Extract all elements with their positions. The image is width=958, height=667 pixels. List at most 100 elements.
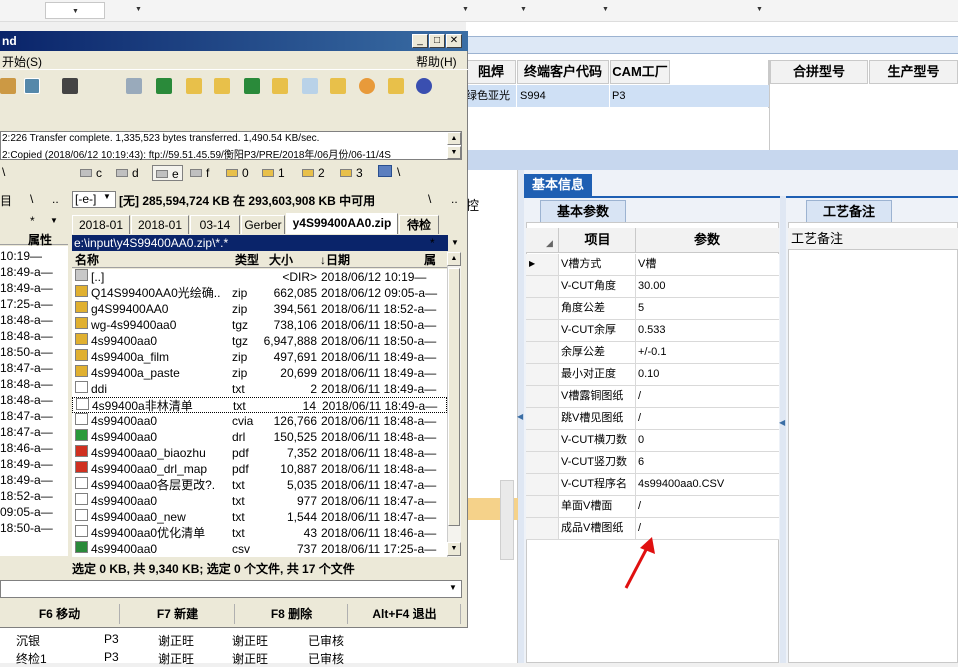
chevron-down-icon[interactable]: ▼ — [520, 6, 527, 13]
file-row[interactable]: ddi txt 2 2018/06/11 18:49-a— — [72, 381, 447, 397]
scroll-thumb[interactable] — [448, 268, 460, 526]
drive-root-left[interactable]: \ — [2, 165, 5, 179]
folder-tab[interactable]: 待检 — [399, 215, 439, 234]
fkey-button[interactable]: F6 移动 — [0, 604, 120, 624]
bottom-cell-b[interactable]: 谢正旺 — [232, 632, 268, 649]
left-list-item[interactable]: 18:47-a— — [0, 424, 68, 440]
filter-dropdown-1[interactable]: ▼ — [45, 2, 105, 19]
root-button[interactable]: \ — [30, 192, 33, 206]
param-value[interactable]: V槽 — [637, 254, 777, 275]
menu-start[interactable]: 开始(S) — [2, 53, 42, 70]
ftp-icon[interactable] — [0, 78, 16, 94]
settings-icon[interactable] — [359, 78, 375, 94]
parent-button[interactable]: .. — [52, 192, 59, 206]
folder-icon[interactable] — [272, 78, 288, 94]
file-row[interactable]: 4s99400aa0各层更改?. txt 5,035 2018/06/11 18:47… — [72, 477, 447, 493]
bottom-cell-factory[interactable]: P3 — [104, 632, 119, 646]
file-row[interactable]: [..] <DIR> 2018/06/12 10:19— — [72, 269, 447, 285]
left-list-item[interactable]: 18:48-a— — [0, 392, 68, 408]
scroll-down-icon[interactable]: ▼ — [447, 146, 461, 159]
drive-root-right[interactable]: \ — [397, 165, 400, 179]
chevron-down-icon[interactable]: ▼ — [103, 192, 111, 201]
tab-basic-params[interactable]: 基本参数 — [540, 200, 626, 222]
file-row[interactable]: g4S99400AA0 zip 394,561 2018/06/11 18:52-a— — [72, 301, 447, 317]
file-row[interactable]: Q14S99400AA0光绘确.. zip 662,085 2018/06/12 09… — [72, 285, 447, 301]
param-row[interactable]: V-CUT竖刀数 6 — [526, 452, 779, 474]
left-list-item[interactable]: 18:48-a— — [0, 328, 68, 344]
bottom-cell-b[interactable]: 谢正旺 — [232, 650, 268, 667]
col-name[interactable]: 名称 — [75, 252, 99, 268]
globe-icon[interactable] — [416, 78, 432, 94]
file-row[interactable]: 4s99400aa0优化清单 txt 43 2018/06/11 18:46-a— — [72, 525, 447, 541]
file-row[interactable]: 4s99400aa0 drl 150,525 2018/06/11 18:48-a— — [72, 429, 447, 445]
file-row[interactable]: 4s99400aa0_biaozhu pdf 7,352 2018/06/11 18:… — [72, 445, 447, 461]
notepad-icon[interactable] — [302, 78, 318, 94]
folder-tab[interactable]: 2018-01 — [72, 215, 130, 234]
param-row[interactable]: V-CUT程序名 4s99400aa0.CSV — [526, 474, 779, 496]
param-row[interactable]: 单面V槽面 / — [526, 496, 779, 518]
drive-button-1[interactable]: 1 — [262, 165, 285, 181]
param-value[interactable]: / — [637, 408, 777, 429]
cell-factory[interactable]: P3 — [610, 85, 769, 107]
tab-basic-info[interactable]: 基本信息 — [524, 174, 592, 196]
minimize-icon[interactable]: _ — [412, 34, 428, 48]
root-button-right[interactable]: \ — [428, 192, 431, 206]
param-row[interactable]: 跳V槽见图纸 / — [526, 408, 779, 430]
scroll-down-icon[interactable]: ▼ — [447, 542, 461, 556]
asterisk-button[interactable]: * — [430, 236, 435, 250]
file-row[interactable]: 4s99400a非林清单 txt 14 2018/06/11 18:49-a— — [72, 397, 447, 413]
chevron-down-icon[interactable]: ▼ — [135, 6, 142, 13]
calculator-icon[interactable] — [126, 78, 142, 94]
drive-button-c[interactable]: c — [80, 165, 102, 181]
fkey-button[interactable]: F8 删除 — [236, 604, 348, 624]
file-row[interactable]: 4s99400aa0_drl_map pdf 10,887 2018/06/11 18… — [72, 461, 447, 477]
param-row[interactable]: ▶ V槽方式 V槽 — [526, 254, 779, 276]
fkey-button[interactable]: F7 新建 — [121, 604, 235, 624]
left-list-item[interactable]: 18:46-a— — [0, 440, 68, 456]
scroll-up-icon[interactable]: ▲ — [447, 132, 461, 145]
chevron-down-icon[interactable]: ▼ — [756, 6, 763, 13]
param-row[interactable]: V-CUT余厚 0.533 — [526, 320, 779, 342]
left-list-item[interactable]: 18:48-a— — [0, 376, 68, 392]
param-row[interactable]: 余厚公差 +/-0.1 — [526, 342, 779, 364]
binoculars-icon[interactable] — [62, 78, 78, 94]
excel-icon[interactable] — [156, 78, 172, 94]
folder-tab[interactable]: 2018-01 — [131, 215, 189, 234]
drive-button-e[interactable]: e — [152, 165, 183, 181]
process-notes-header[interactable]: 工艺备注 — [788, 228, 958, 250]
left-list-item[interactable]: 09:05-a— — [0, 504, 68, 520]
url-icon[interactable] — [24, 78, 40, 94]
bottom-cell-a[interactable]: 谢正旺 — [158, 650, 194, 667]
grid-header-customer[interactable]: 终端客户代码 — [517, 60, 609, 84]
left-list-item[interactable]: 18:52-a— — [0, 488, 68, 504]
network-icon[interactable] — [378, 165, 392, 181]
folder-icon[interactable] — [186, 78, 202, 94]
left-list-item[interactable]: 18:49-a— — [0, 264, 68, 280]
file-row[interactable]: 4s99400a_film zip 497,691 2018/06/11 18:49-… — [72, 349, 447, 365]
left-list-item[interactable]: 18:48-a— — [0, 312, 68, 328]
param-value[interactable]: 4s99400aa0.CSV — [637, 474, 777, 495]
col-size[interactable]: 大小 — [269, 252, 293, 268]
left-list-item[interactable]: 18:49-a— — [0, 472, 68, 488]
left-list-item[interactable]: 18:49-a— — [0, 456, 68, 472]
header-value[interactable]: 参数 — [637, 228, 777, 252]
param-value[interactable]: / — [637, 386, 777, 407]
command-line[interactable] — [0, 580, 462, 598]
chevron-down-icon[interactable]: ▼ — [451, 238, 459, 247]
file-row[interactable]: 4s99400aa0 txt 977 2018/06/11 18:47-a— — [72, 493, 447, 509]
param-row[interactable]: V-CUT角度 30.00 — [526, 276, 779, 298]
section-splitter[interactable] — [466, 150, 958, 170]
current-path[interactable]: e:\input\y4S99400AA0.zip\*.* — [72, 235, 448, 251]
col-date[interactable]: ↓日期 — [320, 252, 350, 268]
cell-customer[interactable]: S994 — [517, 85, 609, 107]
asterisk-button[interactable]: * — [30, 214, 35, 228]
file-row[interactable]: 4s99400aa0_new txt 1,544 2018/06/11 18:47-a… — [72, 509, 447, 525]
file-row[interactable]: wg-4s99400aa0 tgz 738,106 2018/06/11 18:50-… — [72, 317, 447, 333]
excel-icon[interactable] — [244, 78, 260, 94]
param-value[interactable]: 6 — [637, 452, 777, 473]
folder-icon[interactable] — [388, 78, 404, 94]
drive-button-3[interactable]: 3 — [340, 165, 363, 181]
folder-icon[interactable] — [214, 78, 230, 94]
param-value[interactable]: 0.10 — [637, 364, 777, 385]
bottom-cell-factory[interactable]: P3 — [104, 650, 119, 664]
